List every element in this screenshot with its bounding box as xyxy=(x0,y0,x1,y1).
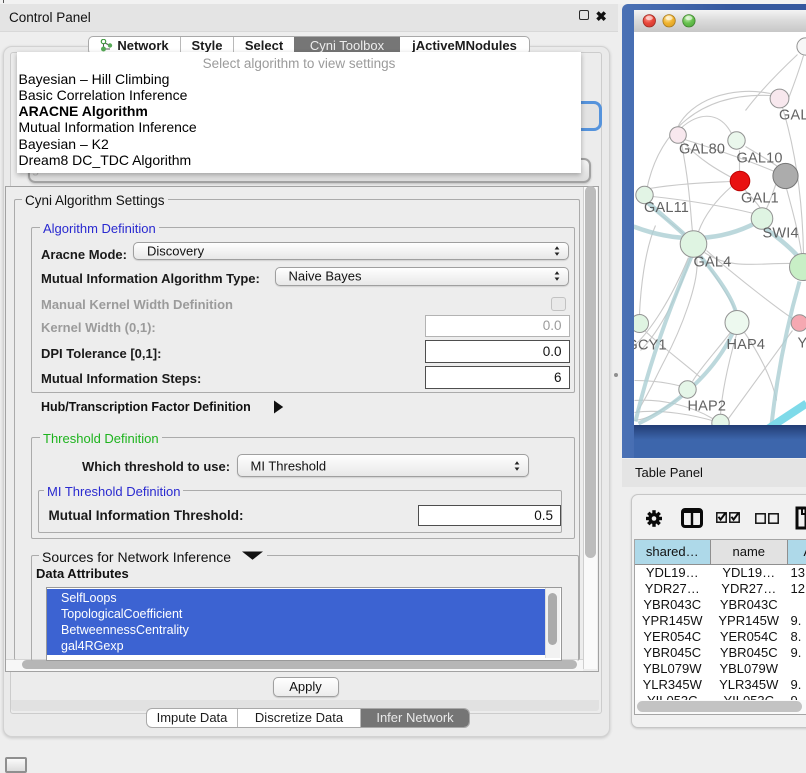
svg-text:HAP2: HAP2 xyxy=(687,398,726,414)
svg-text:GAL2: GAL2 xyxy=(779,107,806,123)
svg-text:YJL21: YJL21 xyxy=(797,335,806,351)
svg-text:GAL80: GAL80 xyxy=(679,141,725,157)
svg-text:GAL1: GAL1 xyxy=(741,190,779,206)
svg-text:GAL4: GAL4 xyxy=(693,254,731,270)
svg-text:GAL11: GAL11 xyxy=(644,200,689,216)
svg-text:GAL10: GAL10 xyxy=(736,150,782,166)
svg-text:SWI4: SWI4 xyxy=(762,225,798,241)
svg-text:GCY1: GCY1 xyxy=(634,337,667,353)
svg-text:HAP4: HAP4 xyxy=(726,337,765,353)
